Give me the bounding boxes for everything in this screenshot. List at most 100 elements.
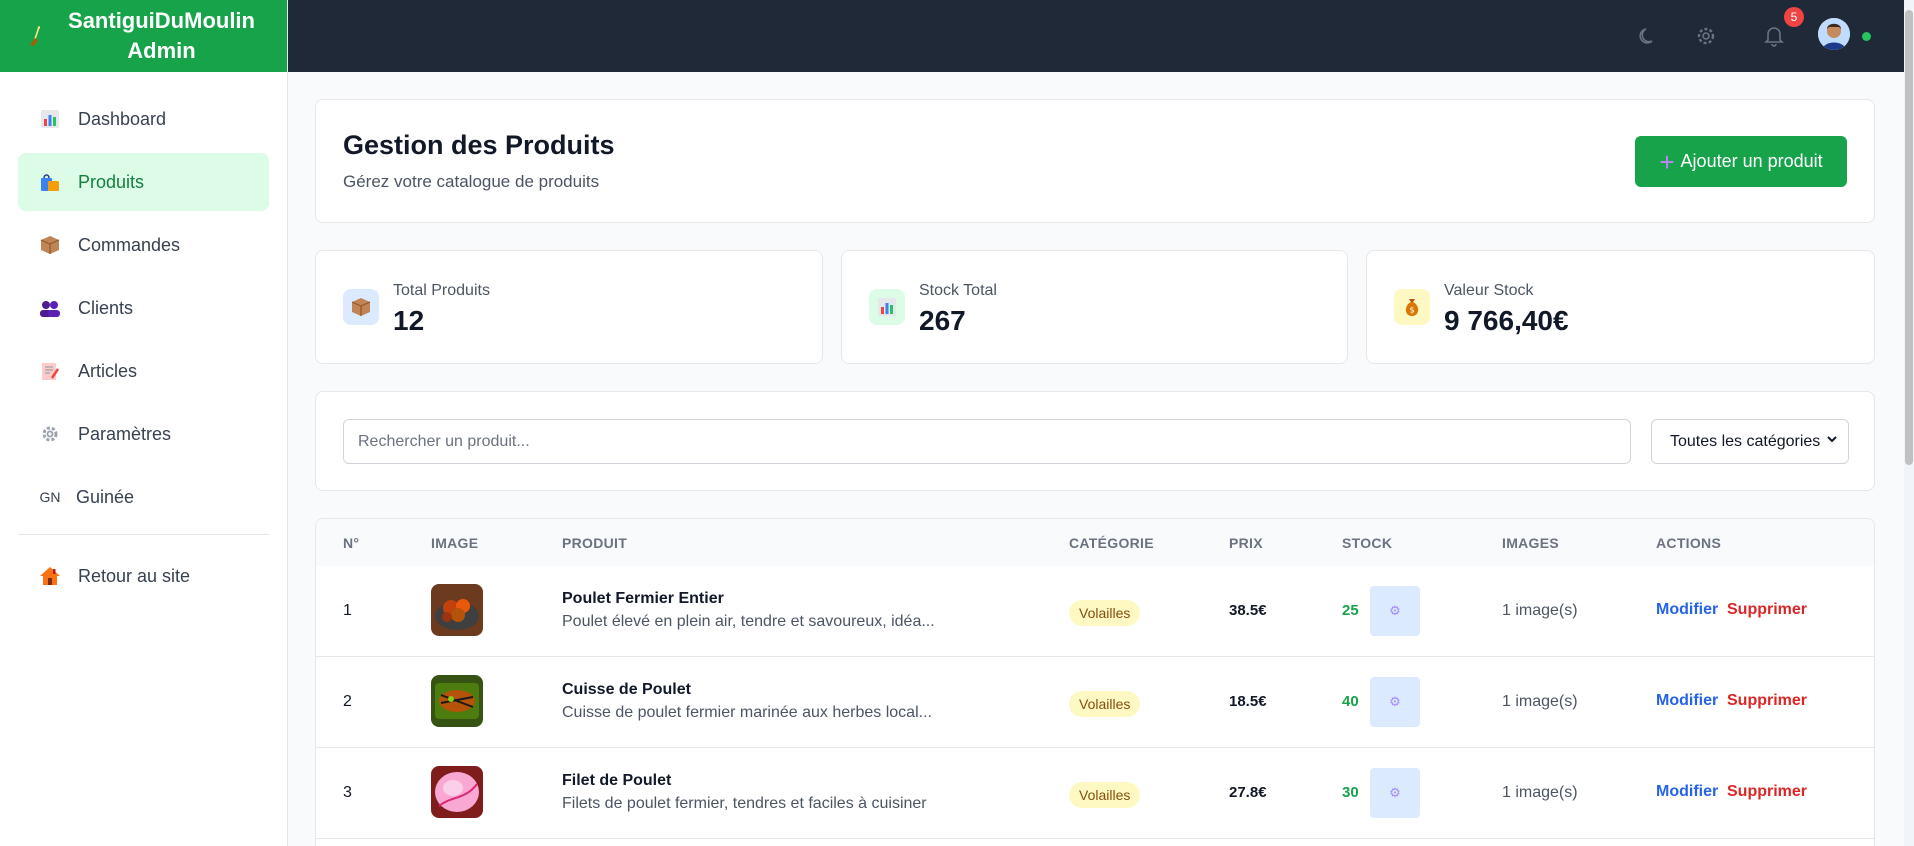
product-price: 27.8€ xyxy=(1229,784,1267,801)
package-icon xyxy=(38,233,62,257)
product-thumbnail xyxy=(431,766,483,818)
brand-header[interactable]: SantiguiDuMoulin Admin xyxy=(0,0,287,72)
brand-title: SantiguiDuMoulin Admin xyxy=(48,6,287,66)
notification-badge: 5 xyxy=(1784,7,1804,27)
category-badge: Volailles xyxy=(1069,782,1141,808)
package-icon xyxy=(343,289,379,325)
product-images-count: 1 image(s) xyxy=(1502,784,1578,801)
table-row: 1 Poulet Fermier Entier Poulet élevé en … xyxy=(316,566,1874,657)
svg-text:$: $ xyxy=(1409,306,1414,315)
table-row: 2 Cuisse de Poulet Cuisse de poulet ferm… xyxy=(316,657,1874,748)
online-status-dot xyxy=(1862,32,1871,41)
filter-card: Toutes les catégories xyxy=(315,391,1875,491)
delete-button[interactable]: Supprimer xyxy=(1727,692,1807,710)
sidebar-item-dashboard[interactable]: Dashboard xyxy=(18,90,269,148)
sidebar-item-articles[interactable]: Articles xyxy=(18,342,269,400)
sidebar-item-label: Clients xyxy=(78,297,134,318)
products-table: N° IMAGE PRODUIT CATÉGORIE PRIX STOCK IM… xyxy=(315,518,1875,846)
house-icon xyxy=(38,564,62,588)
stock-settings-button[interactable]: ⚙ xyxy=(1370,768,1420,818)
edit-button[interactable]: Modifier xyxy=(1656,601,1718,619)
add-product-button[interactable]: + Ajouter un produit xyxy=(1635,136,1847,187)
stat-card-total-produits: Total Produits 12 xyxy=(315,250,823,364)
product-stock: 25 xyxy=(1342,602,1359,619)
avatar[interactable] xyxy=(1818,18,1850,50)
brand-title-line2: Admin xyxy=(127,38,196,63)
column-header: STOCK xyxy=(1342,535,1393,551)
scrollbar-thumb[interactable] xyxy=(1905,10,1913,465)
column-header: PRODUIT xyxy=(562,535,628,551)
product-price: 18.5€ xyxy=(1229,693,1267,710)
stat-value: 267 xyxy=(919,305,966,336)
row-number: 1 xyxy=(343,602,352,619)
delete-button[interactable]: Supprimer xyxy=(1727,783,1807,801)
sidebar-item-guinee[interactable]: GN Guinée xyxy=(18,468,269,526)
product-description: Filets de poulet fermier, tendres et fac… xyxy=(562,795,927,812)
stat-label: Stock Total xyxy=(919,282,997,299)
sidebar-item-clients[interactable]: Clients xyxy=(18,279,269,337)
bar-chart-icon xyxy=(38,107,62,131)
edit-button[interactable]: Modifier xyxy=(1656,692,1718,710)
product-description: Poulet élevé en plein air, tendre et sav… xyxy=(562,613,935,630)
sidebar-nav: Dashboard Produits Commandes Clients Art… xyxy=(0,72,287,605)
moon-icon[interactable] xyxy=(1636,24,1660,48)
money-bag-icon: $ xyxy=(1394,289,1430,325)
search-input[interactable] xyxy=(343,419,1631,464)
stat-value: 12 xyxy=(393,305,425,336)
category-badge: Volailles xyxy=(1069,691,1141,717)
users-icon xyxy=(38,296,62,320)
topbar xyxy=(288,0,1914,72)
sidebar-item-label: Produits xyxy=(78,171,145,192)
sidebar-item-label: Guinée xyxy=(76,486,135,507)
sidebar-item-parametres[interactable]: Paramètres xyxy=(18,405,269,463)
page-title: Gestion des Produits xyxy=(343,130,615,160)
sidebar: SantiguiDuMoulin Admin Dashboard Produit… xyxy=(0,0,288,846)
table-header: N° IMAGE PRODUIT CATÉGORIE PRIX STOCK IM… xyxy=(316,519,1874,566)
row-number: 3 xyxy=(343,784,352,801)
gear-icon xyxy=(38,422,62,446)
product-name: Poulet Fermier Entier xyxy=(562,590,724,607)
page-header-card: Gestion des Produits Gérez votre catalog… xyxy=(315,99,1875,223)
sidebar-item-commandes[interactable]: Commandes xyxy=(18,216,269,274)
row-number: 2 xyxy=(343,693,352,710)
delete-button[interactable]: Supprimer xyxy=(1727,601,1807,619)
bell-icon[interactable] xyxy=(1762,24,1786,48)
edit-button[interactable]: Modifier xyxy=(1656,783,1718,801)
brand-title-line1: SantiguiDuMoulin xyxy=(68,8,255,33)
stat-value: 9 766,40€ xyxy=(1444,305,1569,336)
page-subtitle: Gérez votre catalogue de produits xyxy=(343,172,600,191)
gear-icon: ⚙ xyxy=(1389,603,1401,618)
gear-icon[interactable] xyxy=(1694,24,1718,48)
gear-icon: ⚙ xyxy=(1389,694,1401,709)
column-header: IMAGES xyxy=(1502,535,1560,551)
stat-label: Valeur Stock xyxy=(1444,282,1534,299)
product-stock: 30 xyxy=(1342,784,1359,801)
flag-gn-icon: GN xyxy=(39,489,61,505)
broom-logo-icon xyxy=(24,24,48,48)
page-scrollbar[interactable] xyxy=(1904,0,1914,846)
stock-settings-button[interactable]: ⚙ xyxy=(1370,586,1420,636)
sidebar-item-label: Commandes xyxy=(78,234,181,255)
stock-settings-button[interactable]: ⚙ xyxy=(1370,677,1420,727)
memo-icon xyxy=(38,359,62,383)
column-header: N° xyxy=(343,535,360,551)
sidebar-item-label: Paramètres xyxy=(78,423,172,444)
sidebar-divider xyxy=(18,534,269,535)
column-header: ACTIONS xyxy=(1656,535,1722,551)
product-thumbnail xyxy=(431,675,483,727)
sidebar-item-produits[interactable]: Produits xyxy=(18,153,269,211)
column-header: CATÉGORIE xyxy=(1069,535,1154,551)
product-price: 38.5€ xyxy=(1229,602,1267,619)
plus-icon: + xyxy=(1659,146,1675,177)
sidebar-item-retour[interactable]: Retour au site xyxy=(18,547,269,605)
category-select[interactable]: Toutes les catégories xyxy=(1651,419,1849,464)
stat-card-stock-total: Stock Total 267 xyxy=(841,250,1348,364)
sidebar-item-label: Articles xyxy=(78,360,138,381)
category-select-value: Toutes les catégories xyxy=(1670,432,1821,450)
chevron-down-icon xyxy=(1826,432,1838,448)
category-badge: Volailles xyxy=(1069,600,1141,626)
shopping-bags-icon xyxy=(38,170,62,194)
sidebar-item-label: Retour au site xyxy=(78,565,191,586)
product-description: Cuisse de poulet fermier marinée aux her… xyxy=(562,704,932,721)
product-images-count: 1 image(s) xyxy=(1502,693,1578,710)
